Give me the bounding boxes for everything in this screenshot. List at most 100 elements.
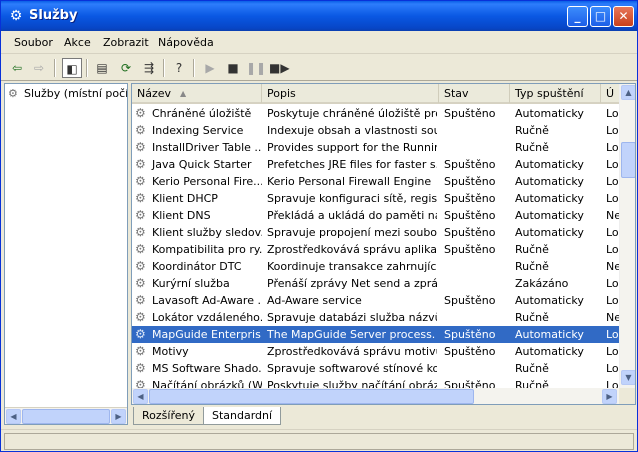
toolbar-separator: [193, 59, 195, 77]
cell-status: Spuštěno: [444, 294, 496, 307]
cell-status: [444, 360, 510, 377]
table-row[interactable]: ⚙ InstallDriver Table ... Provides support…: [132, 139, 619, 156]
refresh-button[interactable]: ⟳: [116, 58, 136, 78]
cell-logon: Lo: [606, 243, 619, 256]
services-list: Název ▲ Popis Stav Typ spuštění Ú ⚙ Chrán…: [131, 83, 636, 405]
scroll-thumb[interactable]: [22, 409, 110, 424]
properties-button[interactable]: ▤: [92, 58, 112, 78]
toolbar-separator: [54, 59, 56, 77]
table-row[interactable]: ⚙ Java Quick Starter Prefetches JRE files …: [132, 156, 619, 173]
show-tree-button[interactable]: ◧: [62, 58, 82, 78]
view-tabs: Rozšířený Standardní: [131, 407, 636, 427]
scroll-corner: [619, 388, 635, 404]
table-row[interactable]: ⚙ Indexing Service Indexuje obsah a vlastn…: [132, 122, 619, 139]
cell-name: Lokátor vzdáleného...: [152, 311, 262, 324]
table-row[interactable]: ⚙ Kerio Personal Fire... Kerio Personal Fi…: [132, 173, 619, 190]
menu-zobrazit[interactable]: Zobrazit: [103, 36, 149, 49]
scroll-right-button[interactable]: ▶: [111, 409, 126, 424]
forward-button[interactable]: ⇨: [29, 58, 49, 78]
scroll-down-button[interactable]: ▼: [621, 370, 635, 385]
column-header-description[interactable]: Popis: [262, 84, 439, 103]
menu-soubor[interactable]: Soubor: [14, 36, 53, 49]
cell-description: Přenáší zprávy Net send a zprá...: [267, 277, 437, 290]
table-row[interactable]: ⚙ Klient DHCP Spravuje konfiguraci sítě, r…: [132, 190, 619, 207]
cell-description: Ad-Aware service: [267, 294, 362, 307]
cell-name: Motivy: [152, 345, 189, 358]
cell-logon: Lo: [606, 141, 619, 154]
cell-logon: Lo: [606, 192, 619, 205]
tree-horizontal-scrollbar[interactable]: ◀ ▶: [5, 407, 127, 424]
vertical-scrollbar[interactable]: ▲ ▼: [619, 84, 635, 388]
table-row[interactable]: ⚙ Lokátor vzdáleného... Spravuje databázi …: [132, 309, 619, 326]
properties-icon: ▤: [96, 61, 108, 75]
cell-startup-type: Automaticky: [515, 294, 584, 307]
menu-napoveda[interactable]: Nápověda: [158, 36, 214, 49]
minimize-button[interactable]: _: [567, 6, 588, 27]
toolbar-separator: [86, 59, 88, 77]
column-header-name[interactable]: Název ▲: [132, 84, 262, 103]
column-header-status[interactable]: Stav: [439, 84, 510, 103]
table-row[interactable]: ⚙ Chráněné úložiště Poskytuje chráněné úlo…: [132, 105, 619, 122]
cell-name: Kurýrní služba: [152, 277, 230, 290]
table-row[interactable]: ⚙ MS Software Shado... Spravuje softwarové…: [132, 360, 619, 377]
table-row[interactable]: ⚙ MapGuide Enterpris... The MapGuide Serve…: [132, 326, 619, 343]
pause-service-button[interactable]: ❚❚: [246, 58, 266, 78]
scroll-left-button[interactable]: ◀: [133, 389, 148, 404]
back-button[interactable]: ⇦: [7, 58, 27, 78]
export-list-button[interactable]: ⇶: [139, 58, 159, 78]
help-button[interactable]: ?: [169, 58, 189, 78]
list-header: Název ▲ Popis Stav Typ spuštění Ú: [132, 84, 635, 104]
start-service-button[interactable]: ▶: [200, 58, 220, 78]
column-header-label: Ú: [606, 87, 615, 100]
cell-startup-type: Automaticky: [515, 226, 584, 239]
table-row[interactable]: ⚙ Lavasoft Ad-Aware ... Ad-Aware service Sp…: [132, 292, 619, 309]
cell-status: [444, 275, 510, 292]
cell-startup-type: Automaticky: [515, 175, 584, 188]
tab-extended[interactable]: Rozšířený: [133, 407, 204, 425]
cell-name: Java Quick Starter: [152, 158, 252, 171]
cell-status: Spuštěno: [444, 243, 496, 256]
table-row[interactable]: ⚙ Kurýrní služba Přenáší zprávy Net send a…: [132, 275, 619, 292]
stop-icon: ■: [227, 61, 239, 75]
close-button[interactable]: ✕: [613, 6, 634, 27]
horizontal-scrollbar[interactable]: ◀ ▶: [132, 388, 619, 404]
forward-arrow-icon: ⇨: [33, 61, 45, 75]
scroll-right-button[interactable]: ▶: [602, 389, 617, 404]
cell-startup-type: Ručně: [515, 260, 549, 273]
services-window: ⚙ Služby _ □ ✕ Soubor Akce Zobrazit Nápo…: [0, 0, 638, 452]
cell-startup-type: Zakázáno: [515, 277, 569, 290]
cell-name: Indexing Service: [152, 124, 244, 137]
cell-description: Spravuje databázi služba názvů...: [267, 311, 437, 324]
gear-icon: ⚙: [8, 87, 18, 100]
cell-startup-type: Automaticky: [515, 158, 584, 171]
cell-logon: Ne: [606, 311, 619, 324]
maximize-button[interactable]: □: [590, 6, 611, 27]
title-bar[interactable]: ⚙ Služby _ □ ✕: [1, 1, 637, 31]
table-row[interactable]: ⚙ Klient služby sledov... Spravuje propoje…: [132, 224, 619, 241]
console-tree[interactable]: ⚙ Služby (místní počíta: [4, 83, 128, 425]
restart-service-button[interactable]: ■▶: [269, 58, 290, 78]
pause-icon: ❚❚: [246, 61, 267, 75]
menu-bar: Soubor Akce Zobrazit Nápověda: [1, 31, 637, 54]
cell-logon: Lo: [606, 107, 619, 120]
cell-status: Spuštěno: [444, 209, 496, 222]
status-bar: [1, 429, 637, 451]
table-row[interactable]: ⚙ Motivy Zprostředkovává správu motivů. Spu…: [132, 343, 619, 360]
scroll-left-button[interactable]: ◀: [6, 409, 21, 424]
menu-akce[interactable]: Akce: [64, 36, 91, 49]
scroll-thumb[interactable]: [621, 142, 635, 178]
scroll-thumb[interactable]: [149, 389, 474, 404]
stop-service-button[interactable]: ■: [223, 58, 243, 78]
table-row[interactable]: ⚙ Koordinátor DTC Koordinuje transakce zah…: [132, 258, 619, 275]
tree-node-services-local[interactable]: ⚙ Služby (místní počíta: [8, 87, 127, 100]
cell-description: Indexuje obsah a vlastnosti sou...: [267, 124, 437, 137]
column-header-label: Název: [137, 87, 172, 100]
cell-description: Prefetches JRE files for faster s...: [267, 158, 437, 171]
table-row[interactable]: ⚙ Kompatibilita pro ry... Zprostředkovává …: [132, 241, 619, 258]
cell-description: Spravuje propojení mezi soubor...: [267, 226, 437, 239]
table-row[interactable]: ⚙ Klient DNS Překládá a ukládá do paměti n…: [132, 207, 619, 224]
tab-standard[interactable]: Standardní: [203, 407, 282, 425]
column-header-startup-type[interactable]: Typ spuštění: [510, 84, 601, 103]
scroll-up-button[interactable]: ▲: [621, 85, 635, 100]
cell-status: Spuštěno: [444, 107, 496, 120]
